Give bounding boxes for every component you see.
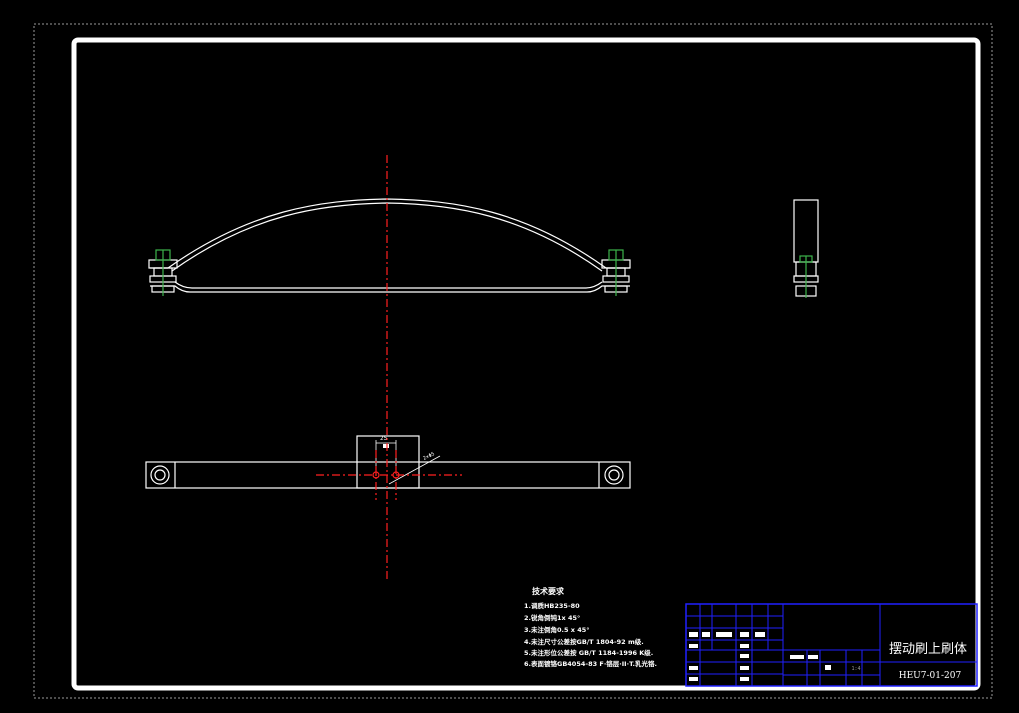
cad-drawing-canvas: 25 2×Φ5 技术要求 1.调质HB235-80 2.锐角倒钝1x 45° 3… (33, 23, 993, 699)
tech-requirement-item: 3.未注倒角0.5 x 45° (524, 625, 590, 634)
bottom-strap-outer (150, 285, 630, 293)
sheet-boundary (33, 23, 993, 699)
leader-line (388, 455, 441, 485)
left-bolt (148, 249, 178, 296)
drawing-number: HEU7-01-207 (899, 671, 962, 681)
technical-requirements: 技术要求 1.调质HB235-80 2.锐角倒钝1x 45° 3.未注倒角0.5… (524, 586, 657, 668)
part-name: 摆动刷上刷体 (889, 642, 967, 657)
tech-requirement-item: 5.未注形位公差按 GB/T 1184-1996 K级. (524, 648, 653, 657)
bottom-strap-inner (174, 281, 603, 289)
top-view (145, 435, 631, 489)
tech-requirement-item: 4.未注尺寸公差按GB/T 1804-92 m级. (524, 637, 644, 646)
drawing-frame (71, 37, 981, 691)
tech-requirement-item: 1.调质HB235-80 (524, 601, 580, 610)
side-view (793, 199, 819, 298)
scale-value: 1:4 (851, 666, 860, 672)
hole-callout: 2×Φ5 (422, 451, 435, 462)
front-view (148, 198, 631, 296)
right-bolt (601, 249, 631, 296)
tech-requirement-item: 2.锐角倒钝1x 45° (524, 613, 580, 622)
centerlines (316, 155, 462, 582)
tech-requirements-title: 技术要求 (532, 586, 565, 596)
tech-requirement-item: 6.表面镀铬GB4054-83 F·铬层·II·T.乳光铬. (524, 659, 657, 668)
